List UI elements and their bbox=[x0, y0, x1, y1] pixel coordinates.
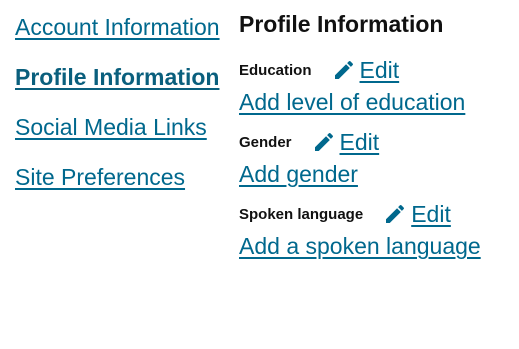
profile-information-panel: Profile Information Education Edit Add l… bbox=[239, 8, 519, 271]
spoken-language-field: Spoken language Edit Add a spoken langua… bbox=[239, 199, 519, 263]
pencil-icon bbox=[312, 130, 336, 154]
gender-field: Gender Edit Add gender bbox=[239, 127, 519, 191]
sidebar-item-account-information[interactable]: Account Information bbox=[15, 8, 220, 47]
pencil-icon bbox=[383, 202, 407, 226]
spoken-language-edit-button[interactable]: Edit bbox=[383, 201, 451, 228]
settings-sidebar: Account Information Profile Information … bbox=[15, 8, 220, 208]
add-gender-link[interactable]: Add gender bbox=[239, 157, 519, 191]
spoken-language-edit-label: Edit bbox=[411, 200, 451, 227]
gender-field-header: Gender Edit bbox=[239, 127, 519, 157]
account-settings-page: Account Information Profile Information … bbox=[0, 0, 519, 349]
sidebar-item-site-preferences[interactable]: Site Preferences bbox=[15, 158, 220, 197]
education-field-header: Education Edit bbox=[239, 55, 519, 85]
section-title: Profile Information bbox=[239, 11, 444, 37]
add-education-link[interactable]: Add level of education bbox=[239, 85, 519, 119]
add-spoken-language-link[interactable]: Add a spoken language bbox=[239, 229, 519, 263]
education-label: Education bbox=[239, 61, 312, 79]
sidebar-item-profile-information[interactable]: Profile Information bbox=[15, 58, 220, 97]
education-edit-button[interactable]: Edit bbox=[332, 56, 400, 84]
education-edit-label: Edit bbox=[359, 56, 400, 83]
gender-label: Gender bbox=[239, 133, 292, 151]
sidebar-item-social-media-links[interactable]: Social Media Links bbox=[15, 108, 220, 147]
education-field: Education Edit Add level of education bbox=[239, 55, 519, 119]
gender-edit-label: Edit bbox=[339, 128, 380, 155]
spoken-language-field-header: Spoken language Edit bbox=[239, 199, 519, 229]
gender-edit-button[interactable]: Edit bbox=[312, 128, 380, 156]
spoken-language-label: Spoken language bbox=[239, 205, 364, 223]
pencil-icon bbox=[332, 58, 356, 82]
